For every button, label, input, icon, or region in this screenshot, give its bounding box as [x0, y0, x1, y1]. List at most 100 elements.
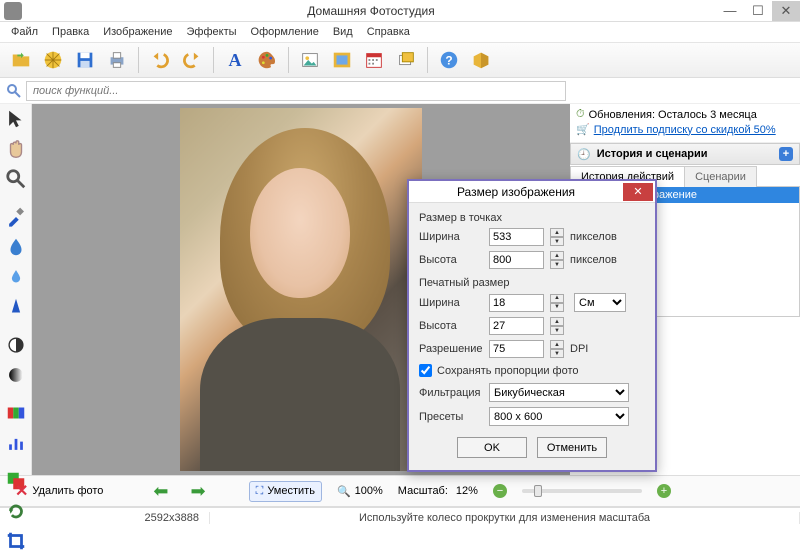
- slider-thumb[interactable]: [534, 485, 542, 497]
- insert-image-button[interactable]: [295, 45, 325, 75]
- undo-button[interactable]: [145, 45, 175, 75]
- text-button[interactable]: A: [220, 45, 250, 75]
- menu-image[interactable]: Изображение: [96, 24, 179, 40]
- zoom-in-button[interactable]: +: [650, 480, 678, 502]
- fit-icon: ⛶: [256, 485, 264, 498]
- color-tool[interactable]: [5, 402, 27, 424]
- status-dimensions: 2592x3888: [90, 512, 210, 524]
- fit-label: Уместить: [267, 485, 315, 497]
- dialog-titlebar[interactable]: Размер изображения ✕: [409, 181, 655, 203]
- units-select[interactable]: См: [574, 293, 626, 312]
- cursor-tool[interactable]: [5, 108, 27, 130]
- preset-select[interactable]: 800 x 600: [489, 407, 629, 426]
- plus-icon: +: [657, 484, 671, 498]
- zoom-slider[interactable]: [522, 489, 642, 493]
- crop-tool[interactable]: [5, 530, 27, 552]
- hundred-percent-button[interactable]: 🔍 100%: [330, 481, 390, 502]
- filter-label: Фильтрация: [419, 387, 483, 399]
- blur-tool[interactable]: [5, 266, 27, 288]
- redo-button[interactable]: [177, 45, 207, 75]
- height-spinner[interactable]: ▲▼: [550, 251, 564, 269]
- add-scenario-button[interactable]: +: [779, 147, 793, 161]
- contrast-tool[interactable]: [5, 334, 27, 356]
- fit-button[interactable]: ⛶ Уместить: [249, 481, 322, 502]
- menu-edit[interactable]: Правка: [45, 24, 96, 40]
- close-button[interactable]: ✕: [772, 1, 800, 21]
- sharpen-tool[interactable]: [5, 296, 27, 318]
- width-input[interactable]: [489, 228, 544, 246]
- resolution-label: Разрешение: [419, 343, 483, 355]
- preset-label: Пресеты: [419, 411, 483, 423]
- eyedropper-tool[interactable]: [5, 206, 27, 228]
- scale-value: 12%: [456, 485, 478, 497]
- slideshow-button[interactable]: [391, 45, 421, 75]
- package-button[interactable]: [466, 45, 496, 75]
- print-button[interactable]: [102, 45, 132, 75]
- menubar: Файл Правка Изображение Эффекты Оформлен…: [0, 22, 800, 42]
- cart-icon: 🛒: [576, 123, 590, 136]
- minimize-button[interactable]: —: [716, 1, 744, 21]
- scale-label: Масштаб:: [398, 485, 448, 497]
- photo-image: [180, 108, 422, 471]
- status-hint: Используйте колесо прокрутки для изменен…: [210, 512, 800, 524]
- menu-effects[interactable]: Эффекты: [180, 24, 244, 40]
- pan-tool[interactable]: [5, 138, 27, 160]
- hundred-label: 100%: [355, 485, 383, 497]
- effects-button[interactable]: [38, 45, 68, 75]
- res-spinner[interactable]: ▲▼: [550, 340, 564, 358]
- resize-dialog: Размер изображения ✕ Размер в точках Шир…: [407, 179, 657, 472]
- dpi-unit: DPI: [570, 343, 588, 355]
- keep-ratio-checkbox[interactable]: [419, 364, 432, 377]
- palette-button[interactable]: [252, 45, 282, 75]
- height-input[interactable]: [489, 251, 544, 269]
- delete-icon: ✕: [15, 481, 28, 501]
- tab-scenarios[interactable]: Сценарии: [684, 166, 757, 187]
- filter-select[interactable]: Бикубическая: [489, 383, 629, 402]
- prev-button[interactable]: ⬅: [146, 477, 175, 506]
- pwidth-label: Ширина: [419, 297, 483, 309]
- width-label: Ширина: [419, 231, 483, 243]
- paint-drop-tool[interactable]: [5, 236, 27, 258]
- resolution-input[interactable]: [489, 340, 544, 358]
- menu-help[interactable]: Справка: [360, 24, 417, 40]
- next-button[interactable]: ➡: [184, 477, 213, 506]
- window-title: Домашняя Фотостудия: [26, 4, 716, 18]
- help-button[interactable]: ?: [434, 45, 464, 75]
- save-button[interactable]: [70, 45, 100, 75]
- maximize-button[interactable]: ☐: [744, 1, 772, 21]
- pheight-label: Высота: [419, 320, 483, 332]
- pheight-spinner[interactable]: ▲▼: [550, 317, 564, 335]
- history-icon: 🕘: [577, 148, 591, 161]
- print-width-input[interactable]: [489, 294, 544, 312]
- pixels-unit: пикселов: [570, 231, 617, 243]
- menu-view[interactable]: Вид: [326, 24, 360, 40]
- menu-decor[interactable]: Оформление: [244, 24, 326, 40]
- cancel-button[interactable]: Отменить: [537, 437, 607, 458]
- extend-subscription-link[interactable]: Продлить подписку со скидкой 50%: [594, 124, 776, 136]
- dialog-title: Размер изображения: [409, 185, 623, 199]
- print-height-input[interactable]: [489, 317, 544, 335]
- svg-text:?: ?: [445, 54, 452, 68]
- zoom-icon: 🔍: [337, 485, 351, 498]
- frame-button[interactable]: [327, 45, 357, 75]
- open-button[interactable]: [6, 45, 36, 75]
- calendar-button[interactable]: [359, 45, 389, 75]
- gradient-tool[interactable]: [5, 364, 27, 386]
- width-spinner[interactable]: ▲▼: [550, 228, 564, 246]
- minus-icon: −: [493, 484, 507, 498]
- search-icon: [6, 83, 22, 99]
- search-input[interactable]: [26, 81, 566, 101]
- menu-file[interactable]: Файл: [4, 24, 45, 40]
- search-row: [0, 78, 800, 104]
- delete-photo-button[interactable]: ✕ Удалить фото: [8, 477, 110, 505]
- ok-button[interactable]: OK: [457, 437, 527, 458]
- separator: [288, 47, 289, 73]
- zoom-tool[interactable]: [5, 168, 27, 190]
- separator: [138, 47, 139, 73]
- section-pixels: Размер в точках: [419, 212, 645, 224]
- pwidth-spinner[interactable]: ▲▼: [550, 294, 564, 312]
- left-toolbar: [0, 104, 32, 475]
- levels-tool[interactable]: [5, 432, 27, 454]
- dialog-close-button[interactable]: ✕: [623, 183, 653, 201]
- zoom-out-button[interactable]: −: [486, 480, 514, 502]
